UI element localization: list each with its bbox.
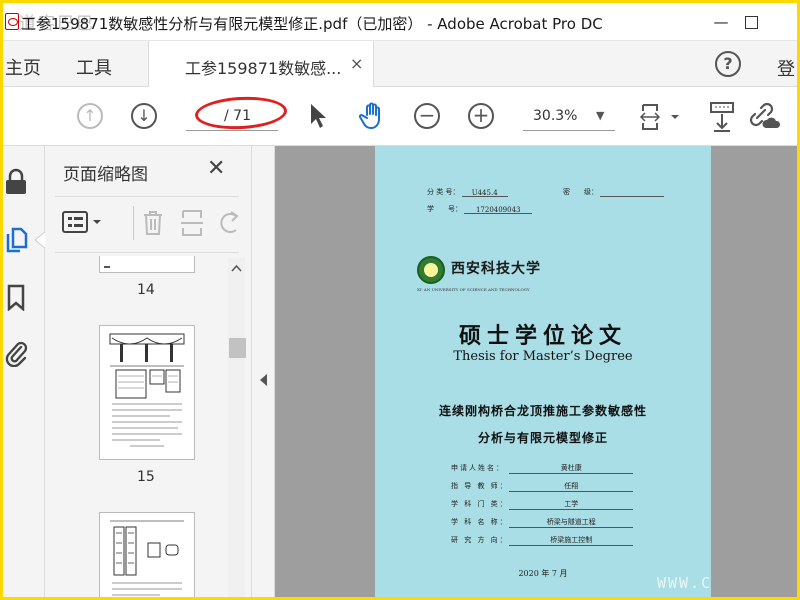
university-name: 西安科技大学 <box>451 261 541 277</box>
thumbnail-list: 14 15 <box>45 256 252 597</box>
page-fit-icon[interactable] <box>639 101 687 133</box>
extract-pages-icon[interactable] <box>179 208 205 238</box>
info-value: 工学 <box>509 499 634 510</box>
scroll-mode-icon[interactable] <box>708 100 738 134</box>
zoom-in-icon[interactable]: + <box>468 103 494 129</box>
site-watermark: WWW.C <box>657 574 713 592</box>
thesis-title-line1: 连续刚构桥合龙顶推施工参数敏感性 <box>438 404 647 418</box>
acrobat-app-icon <box>5 13 19 30</box>
divider <box>55 252 239 253</box>
info-label: 学 科 门 类： <box>451 500 509 508</box>
toolbar: ↑ ↓ / 71 − + 30.3% ▼ <box>3 87 797 146</box>
page-thumbnail-16[interactable] <box>99 512 195 597</box>
select-cursor-icon[interactable] <box>308 102 328 130</box>
tab-close-icon[interactable]: × <box>350 54 363 73</box>
meta-label: 密 级： <box>563 188 598 196</box>
class-number-row: 分 类 号： U445.4 <box>427 187 508 197</box>
info-row: 研 究 方 向： 桥梁施工控制 <box>451 535 634 546</box>
meta-value: U445.4 <box>461 189 508 197</box>
divider <box>55 196 239 197</box>
page-thumbnail-14[interactable] <box>99 256 195 273</box>
info-label: 指 导 教 师： <box>451 482 509 490</box>
title-bar: 道客巴巴 工参159871数敏感性分析与有限元模型修正.pdf（已加密） - A… <box>3 3 797 41</box>
info-value: 桥梁施工控制 <box>509 535 634 546</box>
thesis-title-line2: 分析与有限元模型修正 <box>477 431 608 445</box>
collapse-arrow-icon[interactable] <box>260 374 267 386</box>
document-tab[interactable]: 工参159871数敏感... × <box>148 41 374 88</box>
thesis-type-english: Thesis for Master’s Degree <box>453 349 633 364</box>
info-row: 申请人姓名： 黄杜康 <box>451 463 634 474</box>
share-link-icon[interactable] <box>747 100 783 134</box>
page-thumbnails-icon[interactable] <box>3 225 29 253</box>
secrecy-row: 密 级： <box>563 187 665 197</box>
document-tab-label: 工参159871数敏感... <box>185 59 342 78</box>
panel-toolbar <box>61 206 241 240</box>
delete-icon[interactable] <box>141 208 165 238</box>
login-button[interactable]: 登 <box>777 55 795 81</box>
info-row: 学 科 名 称： 桥梁与隧道工程 <box>451 517 634 528</box>
info-row: 学 科 门 类： 工学 <box>451 499 634 510</box>
page-thumbnail-15[interactable] <box>99 325 195 460</box>
thumbnail-label: 15 <box>137 469 155 485</box>
university-logo <box>417 256 445 284</box>
help-icon[interactable]: ? <box>715 51 741 77</box>
panel-title: 页面缩略图 <box>63 165 148 185</box>
active-indicator-icon <box>34 232 45 248</box>
bookmark-icon[interactable] <box>3 283 29 311</box>
thesis-type-chinese: 硕士学位论文 <box>458 323 627 349</box>
info-label: 研 究 方 向： <box>451 536 509 544</box>
zoom-select[interactable]: 30.3% ▼ <box>523 103 615 131</box>
next-page-icon[interactable]: ↓ <box>131 103 157 129</box>
scrollbar-thumb[interactable] <box>229 338 246 358</box>
chevron-down-icon: ▼ <box>596 109 605 122</box>
document-view[interactable]: 分 类 号： U445.4 密 级： 学 号： 1720409043 西安科技大… <box>275 146 797 597</box>
info-label: 学 科 名 称： <box>451 518 509 526</box>
divider <box>133 206 134 240</box>
zoom-out-icon[interactable]: − <box>414 103 440 129</box>
meta-value <box>600 189 665 197</box>
info-value: 任翔 <box>509 481 634 492</box>
student-id-row: 学 号： 1720409043 <box>427 204 533 214</box>
home-menu[interactable]: 主页 <box>5 54 41 80</box>
hand-tool-icon[interactable] <box>358 101 388 131</box>
info-label: 申请人姓名： <box>451 464 505 472</box>
pdf-page: 分 类 号： U445.4 密 级： 学 号： 1720409043 西安科技大… <box>375 146 711 597</box>
info-value: 桥梁与隧道工程 <box>509 517 634 528</box>
meta-label: 学 号： <box>427 205 462 213</box>
minimize-button[interactable]: — <box>707 9 735 35</box>
window-title: 工参159871数敏感性分析与有限元模型修正.pdf（已加密） - Adobe … <box>21 15 603 33</box>
options-menu-icon[interactable] <box>61 210 107 236</box>
previous-page-icon[interactable]: ↑ <box>77 103 103 129</box>
university-english-name: XI' AN UNIVERSITY OF SCIENCE AND TECHNOL… <box>417 287 530 292</box>
attachment-icon[interactable] <box>3 339 29 367</box>
zoom-value: 30.3% <box>533 108 578 124</box>
thumbnail-panel: 页面缩略图 ✕ 14 15 <box>45 146 252 597</box>
left-rail <box>3 146 45 597</box>
panel-close-icon[interactable]: ✕ <box>207 156 225 181</box>
tools-menu[interactable]: 工具 <box>76 54 112 80</box>
info-row: 指 导 教 师： 任翔 <box>451 481 634 492</box>
info-value: 黄杜康 <box>509 463 634 474</box>
thumbnail-label: 14 <box>137 282 155 298</box>
lock-icon[interactable] <box>3 168 29 196</box>
menu-row: 主页 工具 工参159871数敏感... × ? 登 <box>3 41 797 88</box>
rotate-icon[interactable] <box>218 210 240 236</box>
maximize-button[interactable] <box>737 9 765 35</box>
collapse-panel-strip[interactable] <box>252 146 275 597</box>
thumbnail-scrollbar[interactable] <box>228 258 246 597</box>
app-window: 道客巴巴 工参159871数敏感性分析与有限元模型修正.pdf（已加密） - A… <box>3 3 797 597</box>
scroll-up-icon[interactable] <box>231 264 242 272</box>
meta-label: 分 类 号： <box>427 188 460 196</box>
meta-value: 1720409043 <box>464 206 533 214</box>
